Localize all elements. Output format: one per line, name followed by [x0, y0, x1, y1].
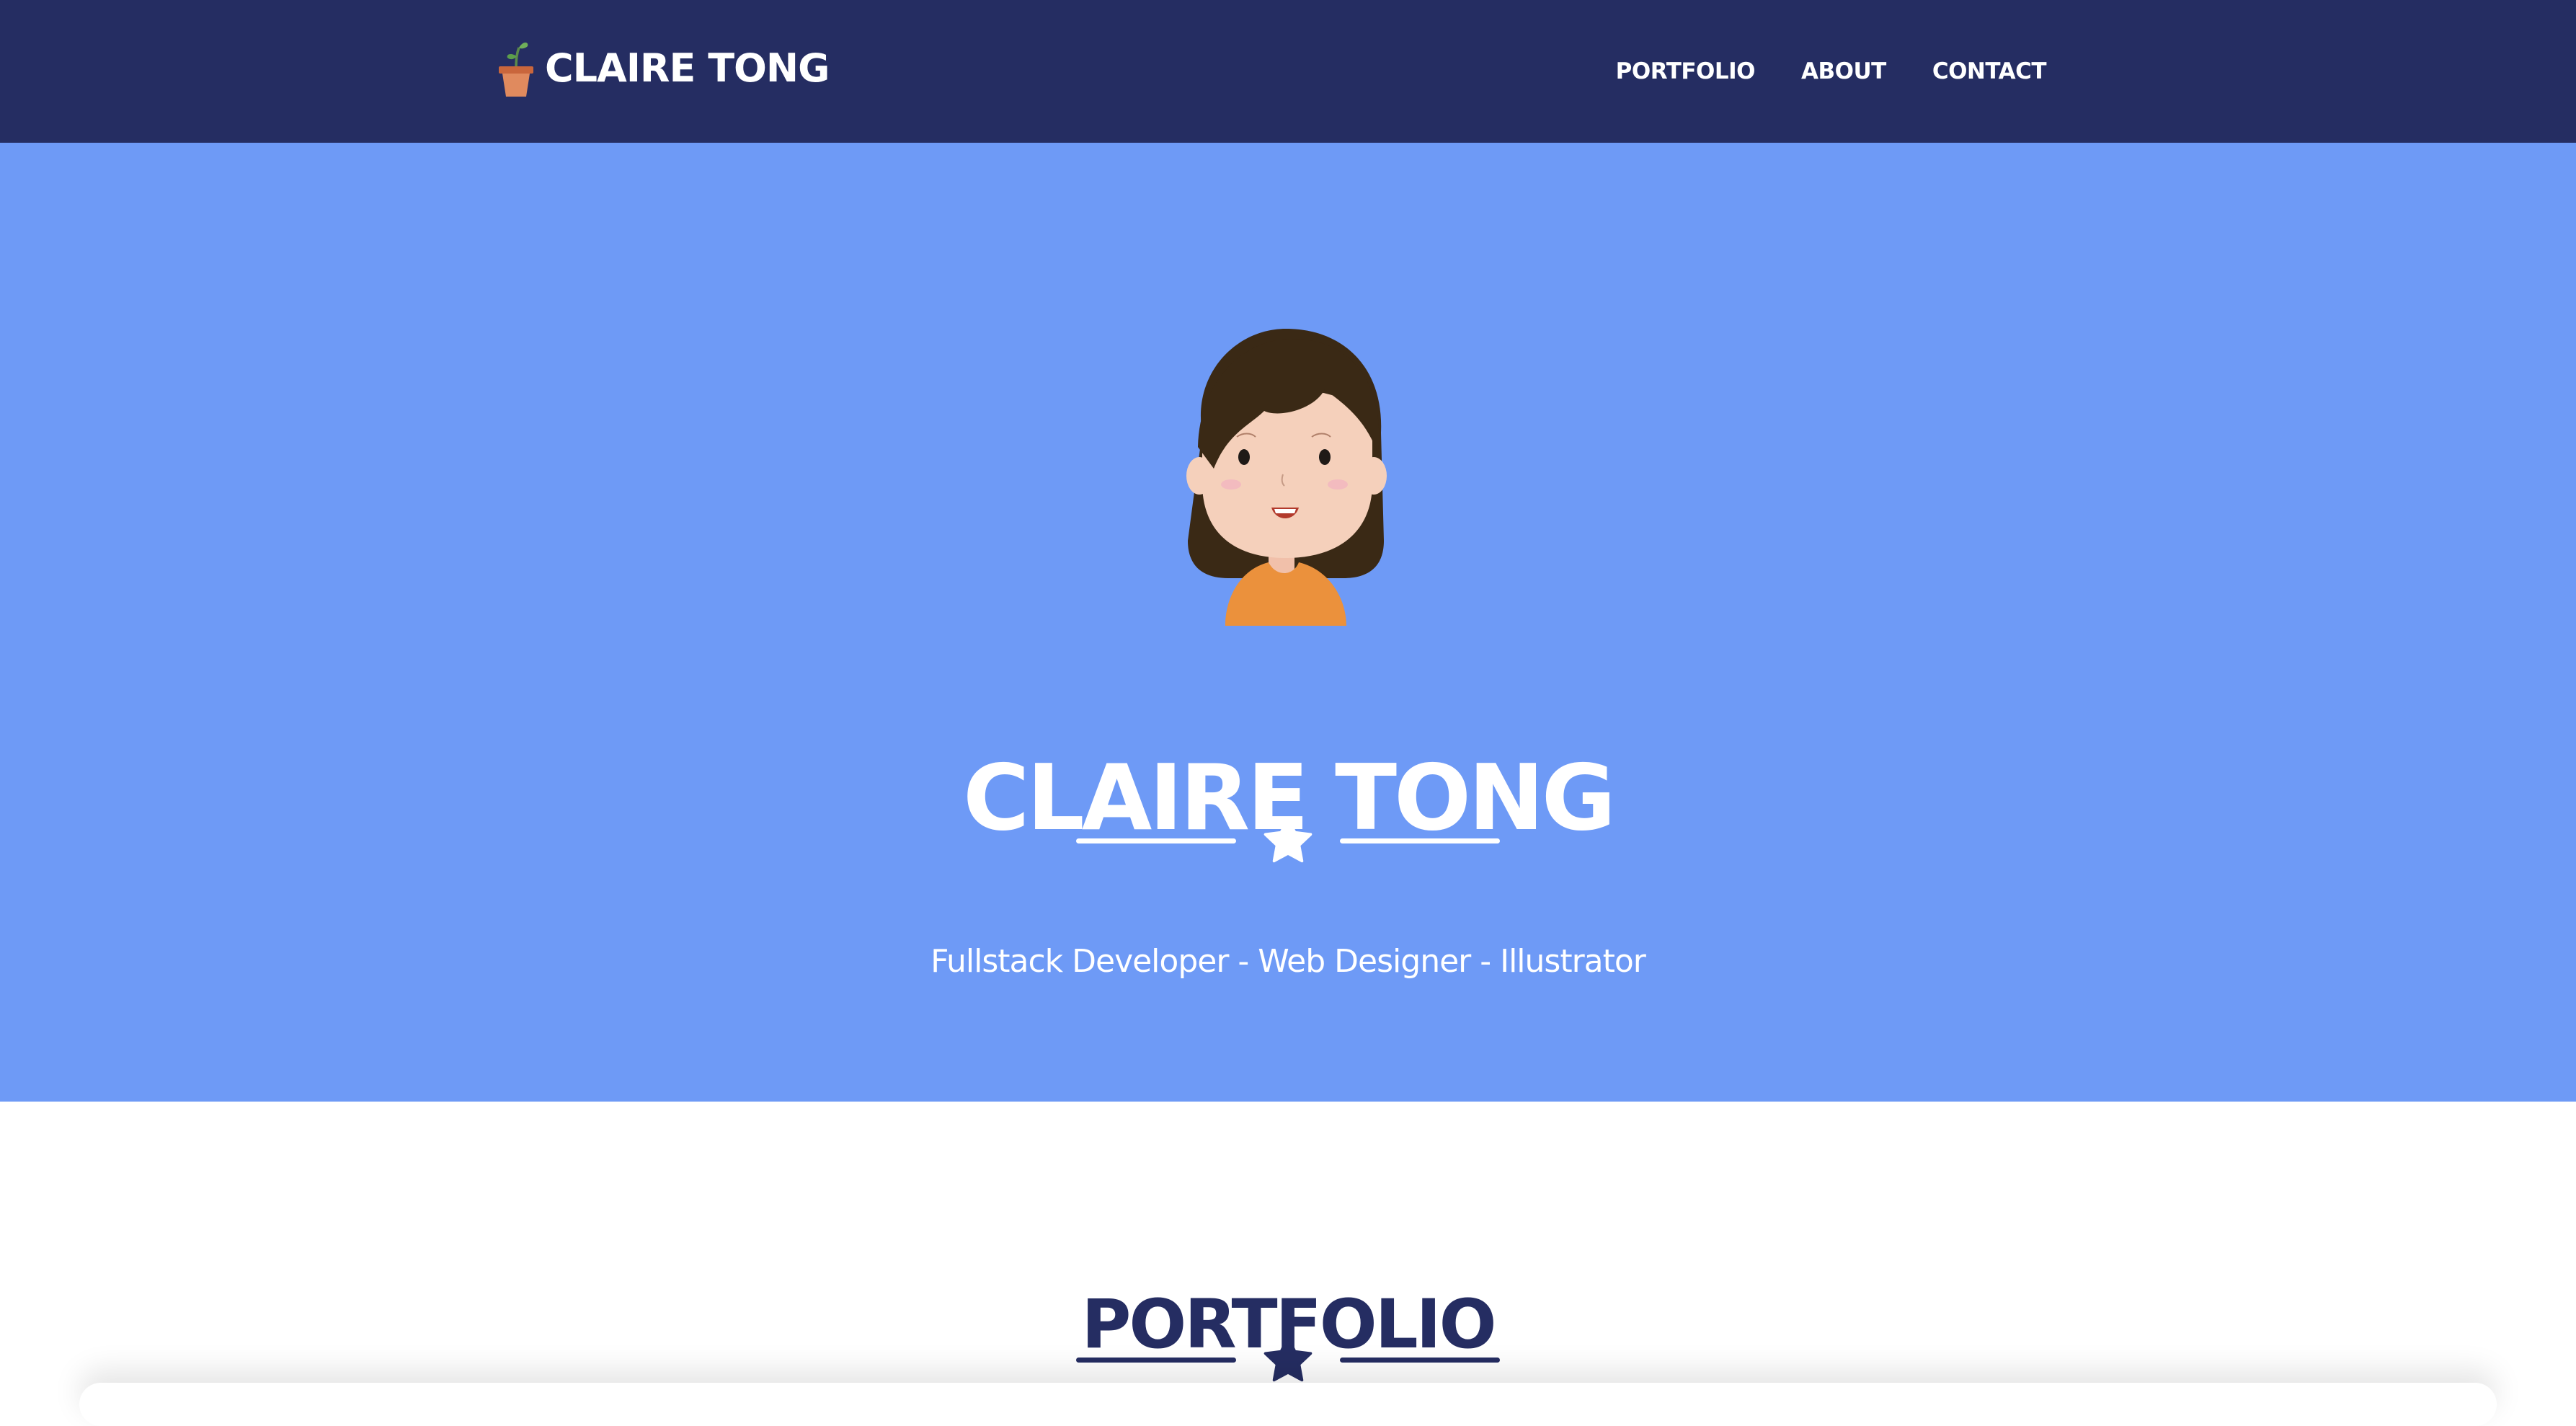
nav-link-portfolio[interactable]: PORTFOLIO: [1616, 58, 1756, 84]
star-icon: [1263, 1335, 1313, 1382]
navbar: CLAIRE TONG PORTFOLIO ABOUT CONTACT: [0, 0, 2576, 143]
brand-link[interactable]: CLAIRE TONG: [497, 32, 830, 104]
avatar: [1171, 324, 1401, 627]
divider-line-left: [1076, 838, 1236, 843]
nav-link-about[interactable]: ABOUT: [1801, 58, 1886, 84]
hero-subtitle: Fullstack Developer - Web Designer - Ill…: [931, 943, 1646, 980]
nav-links: PORTFOLIO ABOUT CONTACT: [1616, 0, 2047, 143]
portfolio-divider: [0, 1334, 2576, 1385]
hero-section: CLAIRE TONG Fullstack Developer - Web De…: [0, 143, 2576, 1102]
hero-divider: [0, 815, 2576, 866]
divider-line-left: [1076, 1357, 1236, 1363]
star-icon: [1263, 816, 1313, 863]
potted-plant-icon: [499, 43, 533, 97]
portfolio-section: PORTFOLIO: [0, 1102, 2576, 1426]
divider-line-right: [1340, 838, 1500, 843]
divider-line-right: [1340, 1357, 1500, 1363]
girl-avatar-illustration: [1186, 329, 1387, 626]
brand-name: CLAIRE TONG: [545, 45, 830, 91]
nav-link-contact[interactable]: CONTACT: [1932, 58, 2047, 84]
portfolio-grid-edge: [79, 1383, 2497, 1426]
